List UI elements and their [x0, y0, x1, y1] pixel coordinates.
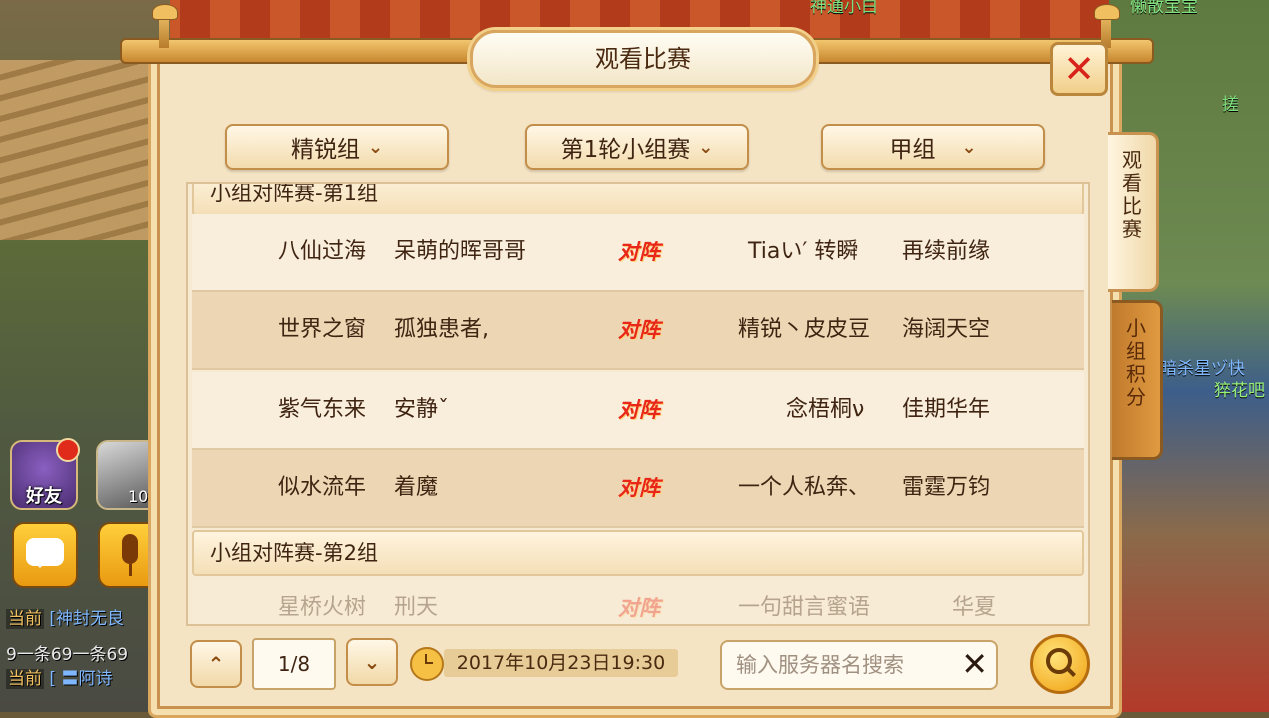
- versus-label: 对阵: [618, 398, 660, 422]
- versus-label: 对阵: [618, 318, 660, 342]
- close-icon: ✕: [1063, 47, 1095, 91]
- search-icon-handle: [1066, 667, 1076, 677]
- scene-player-name: 神通小白: [810, 0, 878, 17]
- chat-message: 当前 [ 〓阿诗: [6, 664, 112, 689]
- chat-button[interactable]: [12, 522, 78, 588]
- chevron-down-icon: ⌄: [363, 650, 381, 674]
- dialog-title: 观看比赛: [595, 45, 691, 73]
- notification-dot-icon: [56, 438, 80, 462]
- division-value: 精锐组: [290, 137, 360, 163]
- division-dropdown[interactable]: 精锐组 ⌄: [225, 124, 449, 170]
- server-search-input[interactable]: [734, 648, 948, 682]
- team-name: 再续前缘: [902, 239, 991, 264]
- chat-sender[interactable]: [神封无良: [49, 609, 124, 629]
- chat-message-text: 9一条69一条69: [6, 645, 129, 665]
- chat-channel-tag: 当前: [6, 669, 44, 689]
- scene-player-name: 搓: [1222, 95, 1239, 115]
- team-name: 紫气东来: [278, 397, 367, 422]
- dialog-title-plaque: 观看比赛: [470, 30, 816, 88]
- versus-label: 对阵: [618, 476, 660, 500]
- match-row[interactable]: 八仙过海 呆萌的晖哥哥 对阵 Tiaい′ 转瞬 再续前缘: [192, 214, 1084, 292]
- team-name: 呆萌的晖哥哥: [394, 239, 527, 264]
- microphone-icon: [122, 534, 138, 564]
- team-name: 佳期华年: [902, 397, 991, 422]
- friends-button[interactable]: 好友: [10, 438, 80, 510]
- close-button[interactable]: ✕: [1050, 42, 1108, 96]
- group-value: 甲组: [889, 137, 936, 163]
- tab-group-score[interactable]: 小组积分: [1112, 300, 1163, 460]
- team-name: 雷霆万钧: [902, 475, 991, 500]
- group-header-label: 小组对阵赛-第2组: [210, 541, 378, 565]
- chat-channel-tag: 当前: [6, 609, 44, 629]
- scene-player-name: 猝花吧: [1214, 381, 1265, 401]
- match-row[interactable]: 紫气东来 安静ˇ 对阵 念梧桐ν 佳期华年: [192, 372, 1084, 450]
- team-name: 孤独患者,: [394, 317, 489, 342]
- team-name: 华夏: [952, 595, 997, 620]
- match-row[interactable]: 似水流年 着魔 对阵 一个人私奔、 雷霆万钧: [192, 450, 1084, 528]
- team-name: 安静ˇ: [394, 397, 450, 422]
- microphone-stem: [129, 564, 132, 576]
- team-name: 一句甜言蜜语: [738, 595, 871, 620]
- team-name: Tiaい′ 转瞬: [748, 239, 859, 264]
- match-list[interactable]: 小组对阵赛-第1组 八仙过海 呆萌的晖哥哥 对阵 Tiaい′ 转瞬 再续前缘 世…: [186, 182, 1090, 626]
- versus-label: 对阵: [618, 240, 660, 264]
- tab-group-score-label: 小组积分: [1126, 316, 1146, 409]
- team-name: 一个人私奔、: [738, 475, 871, 500]
- chat-bubble-icon: [26, 538, 64, 568]
- round-value: 第1轮小组赛: [560, 137, 691, 163]
- versus-label: 对阵: [618, 596, 660, 620]
- team-name: 念梧桐ν: [786, 397, 865, 422]
- group-header: 小组对阵赛-第1组: [192, 182, 1084, 216]
- search-button[interactable]: [1030, 634, 1090, 694]
- chevron-down-icon: ⌄: [961, 136, 977, 158]
- server-search: ✕: [720, 640, 998, 690]
- team-name: 似水流年: [278, 475, 367, 500]
- team-name: 着魔: [394, 475, 439, 500]
- chat-message: 当前 [神封无良: [6, 604, 124, 629]
- page-number: 1/8: [277, 652, 311, 676]
- chevron-down-icon: ⌄: [367, 136, 384, 158]
- page-up-button[interactable]: ⌃: [190, 640, 242, 688]
- match-row[interactable]: 世界之窗 孤独患者, 对阵 精锐丶皮皮豆 海阔天空: [192, 292, 1084, 370]
- round-dropdown[interactable]: 第1轮小组赛 ⌄: [525, 124, 749, 170]
- match-datetime: 2017年10月23日19:30: [444, 649, 678, 677]
- chevron-up-icon: ⌃: [207, 652, 225, 676]
- chevron-down-icon: ⌄: [698, 136, 714, 158]
- friends-label: 好友: [26, 486, 62, 507]
- scene-player-name: 懒散宝宝: [1130, 0, 1198, 17]
- group-header-label: 小组对阵赛-第1组: [210, 182, 378, 205]
- team-name: 八仙过海: [278, 239, 367, 264]
- tab-watch-match-label: 观看比赛: [1122, 148, 1142, 241]
- team-name: 星桥火树: [278, 595, 367, 620]
- team-name: 海阔天空: [902, 317, 991, 342]
- clear-icon[interactable]: ✕: [961, 646, 988, 682]
- team-name: 世界之窗: [278, 317, 367, 342]
- match-datetime-text: 2017年10月23日19:30: [456, 652, 666, 674]
- team-name: 刑天: [394, 595, 439, 620]
- chat-sender[interactable]: [ 〓阿诗: [49, 669, 112, 689]
- group-dropdown[interactable]: 甲组 ⌄: [821, 124, 1045, 170]
- frame-post-left: [150, 4, 178, 48]
- palace-stairs: [0, 60, 170, 240]
- page-indicator: 1/8: [252, 638, 336, 690]
- clock-icon: [410, 647, 444, 681]
- match-row[interactable]: 星桥火树 刑天 对阵 一句甜言蜜语 华夏: [192, 578, 1084, 624]
- team-name: 精锐丶皮皮豆: [738, 317, 871, 342]
- tab-watch-match[interactable]: 观看比赛: [1108, 132, 1159, 292]
- page-down-button[interactable]: ⌄: [346, 638, 398, 686]
